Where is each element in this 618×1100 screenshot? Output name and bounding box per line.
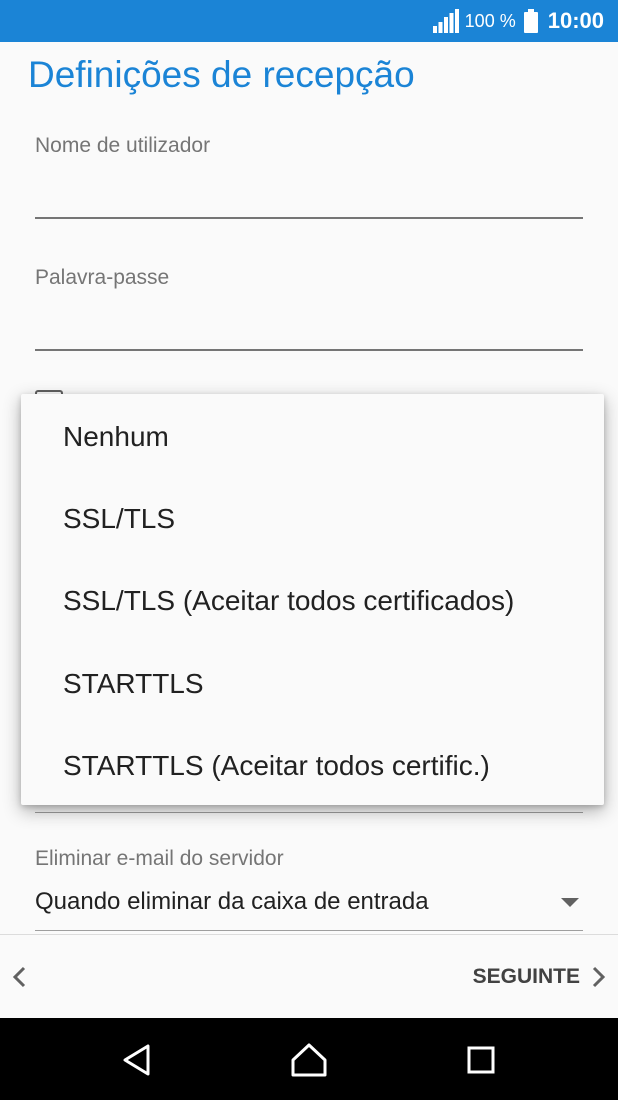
delete-email-underline (35, 930, 583, 931)
menu-item-ssl-tls[interactable]: SSL/TLS (21, 478, 604, 560)
home-icon[interactable] (289, 1040, 329, 1080)
menu-item-starttls-accept-all[interactable]: STARTTLS (Aceitar todos certific.) (21, 725, 604, 807)
clock: 10:00 (547, 8, 604, 33)
security-type-popup: Nenhum SSL/TLS SSL/TLS (Aceitar todos ce… (21, 394, 604, 805)
menu-item-none[interactable]: Nenhum (21, 396, 604, 478)
security-type-underline (35, 812, 583, 813)
next-button-label: SEGUINTE (472, 965, 580, 988)
username-label: Nome de utilizador (35, 134, 211, 157)
menu-item-ssl-tls-accept-all[interactable]: SSL/TLS (Aceitar todos certificados) (21, 560, 604, 642)
dropdown-arrow-icon[interactable] (561, 898, 579, 907)
chevron-right-icon (592, 966, 606, 988)
bottom-divider (0, 934, 618, 935)
chevron-left-icon[interactable] (8, 962, 34, 992)
battery-full-icon (523, 9, 538, 33)
system-nav-bar (0, 1018, 618, 1100)
status-bar: 100 % 10:00 (0, 0, 618, 42)
page-title: Definições de recepção (28, 54, 415, 95)
triangle-back-icon[interactable] (118, 1040, 158, 1080)
password-underline (35, 349, 583, 351)
username-field[interactable] (35, 176, 583, 216)
delete-email-select[interactable]: Quando eliminar da caixa de entrada (35, 888, 429, 916)
next-button[interactable]: SEGUINTE (473, 958, 610, 996)
password-field[interactable] (35, 308, 583, 348)
password-label: Palavra-passe (35, 266, 170, 289)
square-recents-icon[interactable] (461, 1040, 501, 1080)
username-underline (35, 217, 583, 219)
menu-item-starttls[interactable]: STARTTLS (21, 643, 604, 725)
signal-bars-icon (432, 9, 459, 33)
battery-percent: 100 % (464, 10, 516, 31)
delete-email-label: Eliminar e-mail do servidor (35, 847, 284, 870)
